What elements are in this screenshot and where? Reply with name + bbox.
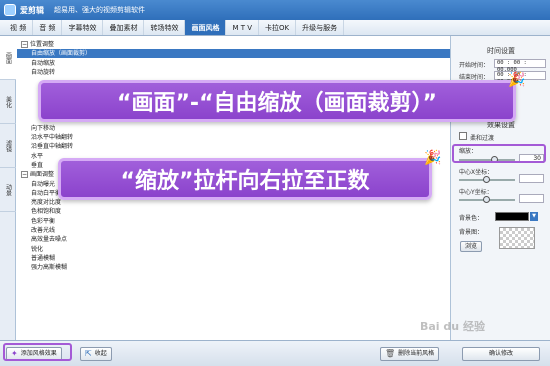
tab-mtv[interactable]: M T V [226,20,260,35]
background-image-preview [499,227,535,249]
tree-item-label: 普通模糊 [31,254,56,262]
tree-item-label: 自由缩放（画面裁剪） [31,50,92,58]
collapse-icon: ⇱ [85,349,92,358]
tree-item-label: 位置调整 [30,41,55,48]
tab-karaoke[interactable]: 卡拉OK [259,20,297,35]
center-y-slider-handle[interactable] [483,196,490,203]
tab-audio[interactable]: 音 频 [33,20,63,35]
tree-item[interactable]: 沿垂直中轴翻转 [17,142,450,151]
tree-item-label: 色相饱和度 [31,208,62,216]
background-image-label: 背景图： [459,229,484,236]
app-slogan: 超易用、强大的视频剪辑软件 [54,6,145,14]
tree-item-label: 自动白平衡 [31,189,62,197]
tree-item-label: 自动旋转 [31,68,56,76]
browse-button[interactable]: 浏览 [460,241,483,252]
tab-video[interactable]: 视 频 [4,20,34,35]
tree-item[interactable]: 自由缩放（画面裁剪） [17,49,450,59]
party-hat-icon: 🎉 [508,72,526,88]
collapse-toggle-icon[interactable]: − [21,41,28,48]
tree-item[interactable]: 自动旋转 [17,68,450,77]
center-y-input[interactable] [519,194,544,203]
confirm-modify-label: 确认修改 [488,350,513,357]
tree-item-label: 自动缩放 [31,59,56,67]
tree-item-label: 沿垂直中轴翻转 [31,143,74,151]
trash-icon: 🗑 [385,349,396,358]
app-logo-icon [4,4,16,16]
center-x-slider-handle[interactable] [483,176,490,183]
delete-style-label: 删除当前风格 [398,350,435,357]
tree-item-label: 高效量去噪点 [31,236,68,244]
tab-filter[interactable]: 滤镜 [0,124,16,168]
tree-item-label: 向下移动 [31,124,56,132]
start-time-label: 开始时间： [459,62,490,69]
instruction-banner-1: “画面”-“自由缩放（画面裁剪）” [38,80,516,122]
party-hat-icon: 🎉 [424,150,442,166]
collapse-button[interactable]: ⇱ 收起 [80,347,112,361]
center-x-input[interactable] [519,174,544,183]
tab-picture[interactable]: 画面 [0,36,16,80]
app-name: 爱剪辑 [20,5,44,15]
time-settings-title: 时间设置 [487,47,515,55]
title-bar: 爱剪辑 超易用、强大的视频剪辑软件 [0,0,550,20]
background-color-label: 背景色： [459,215,484,222]
tree-item-label: 沿水平中轴翻转 [31,134,74,141]
tab-overlay-material[interactable]: 叠加素材 [103,20,145,35]
tree-item-label: 自动曝光 [31,180,56,188]
scale-highlight-box [452,144,546,163]
bottom-toolbar: ✦ 添加风格效果 ⇱ 收起 🗑 删除当前风格 确认修改 [0,340,550,366]
tree-item[interactable]: 色相饱和度 [17,207,450,216]
tree-item[interactable]: 沿水平中轴翻转 [17,133,450,142]
tree-item-label: 改善光线 [31,227,56,234]
instruction-banner-2: “缩放”拉杆向右拉至正数 [58,158,432,200]
watermark: Bai du 经验 [420,320,485,333]
smooth-transition-label: 柔和过渡 [470,135,495,142]
tab-motion[interactable]: 动景 [0,168,16,212]
center-x-label: 中心X坐标： [459,169,494,176]
center-y-label: 中心Y坐标： [459,189,493,196]
delete-style-button[interactable]: 🗑 删除当前风格 [380,347,440,361]
tab-transition-effects[interactable]: 转场特效 [144,20,186,35]
tree-item[interactable]: 强力高斯模糊 [17,263,450,272]
background-color-swatch[interactable] [495,212,529,221]
center-y-slider[interactable] [459,196,515,203]
tree-item-label: 亮度对比度 [31,199,62,207]
tab-upgrade-service[interactable]: 升级与服务 [296,20,345,35]
tree-item-label: 强力高斯模糊 [31,264,68,272]
start-time-input[interactable]: 00 : 00 : 00.000 [494,59,546,73]
tree-item[interactable]: 高效量去噪点 [17,235,450,244]
collapse-toggle-icon[interactable]: − [21,171,28,179]
style-category-tabs: 画面 美化 滤镜 动景 [0,36,16,340]
tab-beautify[interactable]: 美化 [0,80,16,124]
tree-item-label: 色彩平衡 [31,217,56,225]
confirm-modify-button[interactable]: 确认修改 [462,347,540,361]
tree-item-label: 垂直 [31,161,44,169]
center-x-slider[interactable] [459,176,515,183]
collapse-label: 收起 [94,350,107,357]
tab-picture-style[interactable]: 画面风格 [185,20,227,35]
tree-item-label: 画面调整 [30,171,55,179]
main-menu-bar: 视 频 音 频 字幕特效 叠加素材 转场特效 画面风格 M T V 卡拉OK 升… [0,20,550,36]
tab-subtitle-effects[interactable]: 字幕特效 [62,20,104,35]
tree-group[interactable]: − 位置调整 [17,40,450,49]
add-style-highlight-box [3,343,72,361]
tree-item[interactable]: 自动缩放 [17,59,450,68]
tree-item[interactable]: 改善光线 [17,226,450,235]
tree-item-label: 锐化 [31,245,44,253]
tree-item[interactable]: 普通模糊 [17,254,450,263]
chevron-down-icon[interactable]: ▼ [530,212,538,221]
tree-item[interactable]: 色彩平衡 [17,217,450,226]
smooth-transition-checkbox[interactable] [459,132,467,140]
tree-item[interactable]: 锐化 [17,245,450,254]
tree-item-label: 水平 [31,152,44,160]
tree-item[interactable]: 向下移动 [17,124,450,133]
